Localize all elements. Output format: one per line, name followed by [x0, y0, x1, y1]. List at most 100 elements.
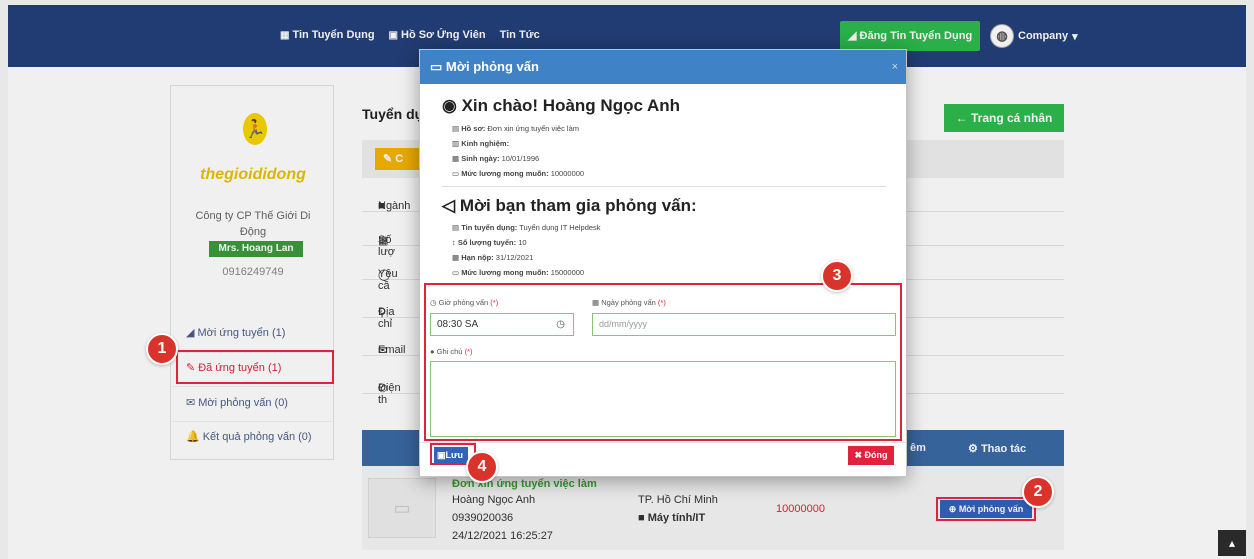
detail-label: Hồ sơ: [461, 124, 486, 133]
edit-button[interactable]: ✎ C [375, 148, 425, 170]
menu-divider [172, 386, 332, 387]
post-job-button[interactable]: ◢ Đăng Tin Tuyển Dụng [840, 21, 981, 51]
post-job-label: Đăng Tin Tuyển Dụng [859, 30, 973, 42]
candidate-experience-line: ▥ Kinh nghiệm: [452, 139, 509, 148]
nav-news[interactable]: Tin Tức [500, 29, 540, 41]
account-label: Company [1018, 30, 1069, 42]
account-menu[interactable]: ◍ Company ▾ [990, 24, 1078, 48]
column-experience: êm [910, 442, 926, 454]
modal-title: Mời phỏng vấn [445, 59, 539, 74]
close-button[interactable]: ✖ Đóng [848, 446, 894, 465]
calendar-icon: ▦ [452, 154, 460, 163]
globe-avatar-icon: ◍ [990, 24, 1014, 48]
id-card-icon: ▤ [452, 124, 460, 133]
highlight-applied-menu [176, 350, 334, 384]
sidebar-item-interview-results[interactable]: 🔔 Kết quả phỏng vấn (0) [186, 430, 312, 444]
back-button-label: Trang cá nhân [970, 111, 1053, 125]
money-icon: ▭ [452, 268, 460, 277]
detail-label: Số lượng tuyển: [457, 238, 517, 247]
invite-heading-text: Mời bạn tham gia phỏng vấn: [459, 196, 697, 215]
job-post-line: ▤ Tin tuyển dụng: Tuyển dụng IT Helpdesk [452, 223, 601, 232]
detail-value: 15000000 [550, 268, 585, 277]
highlight-interview-form [424, 283, 902, 441]
company-logo-icon: 🏃 [243, 113, 267, 145]
chart-icon: ▥ [452, 139, 460, 148]
chevron-up-icon: ▴ [1228, 536, 1236, 550]
nav-candidate-profiles-label: Hồ Sơ Ứng Viên [401, 29, 486, 41]
user-circle-icon: ◉ [442, 96, 457, 115]
nav-job-posts-label: Tin Tuyển Dụng [292, 29, 375, 41]
candidate-name: Hoàng Ngọc Anh [452, 494, 536, 506]
column-actions-label: Thao tác [980, 443, 1027, 455]
step-badge-4: 4 [466, 451, 498, 483]
company-phone: 0916249749 [222, 266, 284, 278]
company-logo-text: thegioididong [200, 166, 306, 183]
job-deadline-line: ▦ Hạn nộp: 31/12/2021 [452, 253, 533, 262]
modal-header: ▭ Mời phỏng vấn × [420, 50, 906, 84]
expected-salary: 10000000 [776, 503, 825, 515]
detail-value: 10/01/1996 [501, 154, 540, 163]
sidebar-item-job-invitations[interactable]: ◢ Mời ứng tuyển (1) [186, 326, 286, 340]
send-icon: ◁ [442, 196, 456, 215]
nav-news-label: Tin Tức [499, 29, 540, 41]
company-name-text: Công ty CP Thế Giới Di Động [195, 210, 311, 238]
close-button-label: Đóng [864, 450, 888, 460]
sort-icon: ↕ [452, 238, 456, 247]
bell-icon: 🔔 [186, 431, 200, 443]
candidate-city: TP. Hồ Chí Minh [638, 494, 718, 506]
sidebar-item-label: Mời ứng tuyển (1) [197, 326, 286, 339]
job-quantity-line: ↕ Số lượng tuyển: 10 [452, 238, 527, 247]
detail-value: Tuyển dụng IT Helpdesk [519, 223, 601, 232]
detail-value: Đơn xin ứng tuyển việc làm [487, 124, 580, 133]
detail-label: Mức lương mong muốn: [461, 268, 549, 277]
gear-icon: ⚙ [968, 443, 978, 455]
step-badge-2: 2 [1022, 476, 1054, 508]
sidebar-item-label: Kết quả phỏng vấn (0) [202, 430, 312, 443]
company-name: Công ty CP Thế Giới Di Động [171, 208, 335, 240]
id-card-icon: ▤ [452, 223, 460, 232]
info-row-text: Ngành [378, 200, 411, 212]
invite-heading: ◁ Mời bạn tham gia phỏng vấn: [442, 196, 697, 216]
modal-footer-divider [420, 442, 906, 443]
candidate-profile-line: ▤ Hồ sơ: Đơn xin ứng tuyển việc làm [452, 124, 579, 133]
profile-icon: ▣ [388, 30, 398, 41]
candidate-salary-line: ▭ Mức lương mong muốn: 10000000 [452, 169, 584, 178]
highlight-invite-button [936, 497, 1036, 521]
step-badge-3: 3 [821, 260, 853, 292]
grid-icon: ▦ [280, 30, 290, 41]
greeting-text: Xin chào! Hoàng Ngọc Anh [461, 96, 681, 115]
detail-label: Kinh nghiệm: [461, 139, 510, 148]
nav-candidate-profiles[interactable]: ▣ Hồ Sơ Ứng Viên [389, 29, 486, 41]
candidate-phone: 0939020036 [452, 512, 514, 524]
info-row-text: Điện th [378, 382, 401, 406]
sidebar-item-label: Mời phỏng vấn (0) [198, 396, 288, 409]
info-row-text: Email [378, 344, 406, 356]
step-badge-1: 1 [146, 333, 178, 365]
detail-label: Mức lương mong muốn: [461, 169, 549, 178]
detail-value: 10 [518, 238, 527, 247]
nav-job-posts[interactable]: ▦ Tin Tuyển Dụng [280, 29, 375, 41]
money-icon: ▭ [452, 169, 460, 178]
job-salary-line: ▭ Mức lương mong muốn: 15000000 [452, 268, 584, 277]
candidate-field-label: Máy tính/IT [647, 512, 706, 524]
monitor-icon: ▭ [430, 59, 443, 74]
application-date: 24/12/2021 16:25:27 [452, 530, 553, 542]
image-placeholder-icon: ▭ [368, 478, 436, 538]
back-to-profile-button[interactable]: ← Trang cá nhân [944, 104, 1064, 132]
divider [442, 186, 886, 187]
detail-label: Sinh ngày: [461, 154, 500, 163]
detail-label: Hạn nộp: [461, 253, 494, 262]
modal-close-icon[interactable]: × [892, 50, 898, 84]
send-icon: ◢ [186, 327, 195, 339]
scroll-to-top-button[interactable]: ▴ [1218, 530, 1246, 556]
main-nav: ▦ Tin Tuyển Dụng ▣ Hồ Sơ Ứng Viên Tin Tức [280, 29, 540, 41]
candidate-birthday-line: ▦ Sinh ngày: 10/01/1996 [452, 154, 539, 163]
contact-name-badge: Mrs. Hoang Lan [209, 241, 303, 257]
calendar-icon: ▦ [452, 253, 460, 262]
menu-divider [172, 421, 332, 422]
briefcase-icon: ■ [638, 512, 645, 524]
envelope-icon: ✉ [186, 397, 196, 409]
detail-value: 10000000 [550, 169, 585, 178]
detail-label: Tin tuyển dụng: [461, 223, 518, 232]
sidebar-item-interview-invites[interactable]: ✉ Mời phỏng vấn (0) [186, 396, 288, 410]
